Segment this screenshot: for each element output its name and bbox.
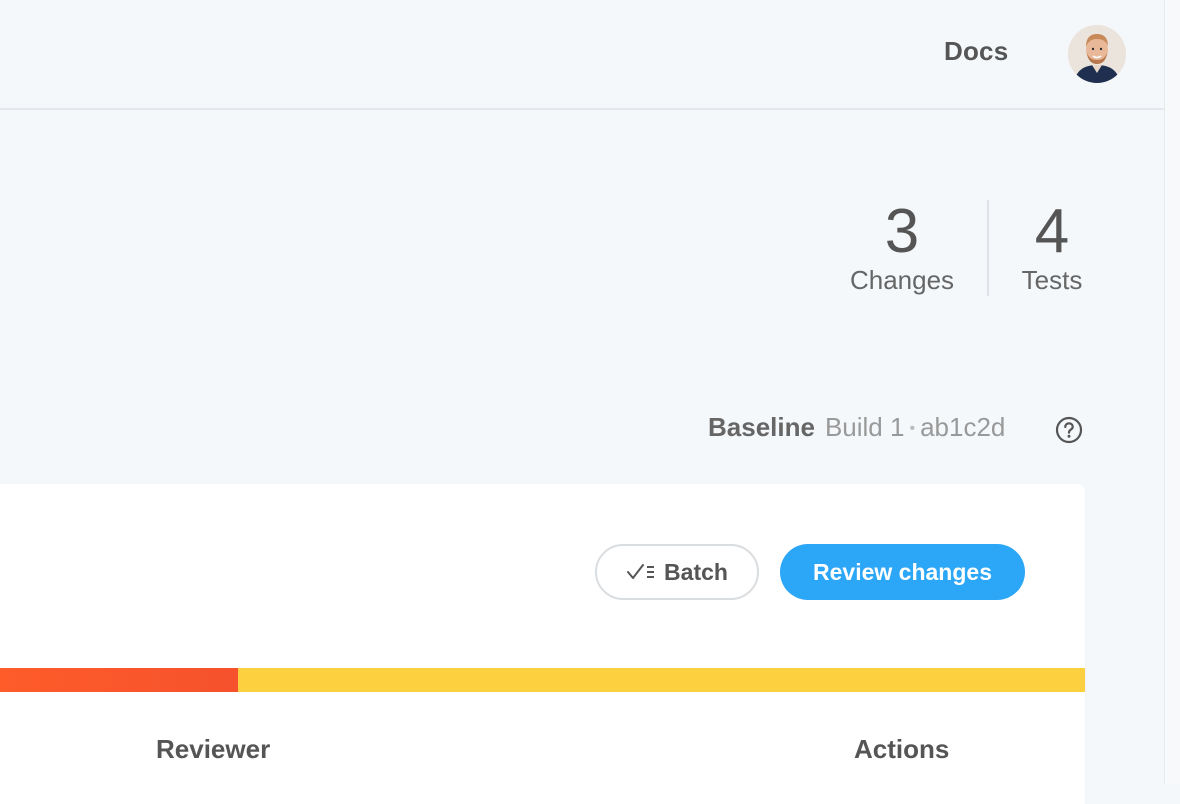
- top-header: Docs: [0, 0, 1164, 110]
- stat-tests: 4 Tests: [1008, 200, 1096, 296]
- review-card: Batch Review changes Reviewer Actions: [0, 484, 1085, 804]
- review-progress-bar: [0, 668, 1085, 692]
- tests-label: Tests: [1021, 265, 1083, 295]
- progress-segment-pending: [238, 668, 1085, 692]
- changes-count: 3: [884, 197, 920, 266]
- user-avatar[interactable]: [1068, 25, 1126, 83]
- avatar-icon: [1068, 25, 1126, 83]
- docs-link[interactable]: Docs: [944, 36, 1008, 67]
- tests-count: 4: [1034, 197, 1070, 266]
- stats-divider: [987, 200, 989, 296]
- scrollbar-track[interactable]: [1164, 0, 1180, 784]
- column-header-actions: Actions: [854, 734, 950, 764]
- review-changes-button[interactable]: Review changes: [780, 544, 1025, 600]
- checklist-icon: [627, 564, 655, 579]
- baseline-separator: •: [909, 420, 916, 437]
- baseline-label: Baseline: [708, 412, 815, 442]
- changes-label: Changes: [849, 265, 955, 295]
- baseline-commit[interactable]: ab1c2d: [920, 412, 1005, 442]
- progress-segment-denied: [0, 668, 238, 692]
- stat-changes: 3 Changes: [838, 200, 966, 296]
- baseline-info: Baseline Build 1 • ab1c2d: [708, 412, 1005, 443]
- baseline-build[interactable]: Build 1: [825, 412, 905, 442]
- question-circle-icon[interactable]: [1055, 416, 1083, 444]
- batch-label: Batch: [664, 558, 728, 585]
- column-header-reviewer: Reviewer: [156, 734, 271, 764]
- batch-button[interactable]: Batch: [595, 544, 759, 600]
